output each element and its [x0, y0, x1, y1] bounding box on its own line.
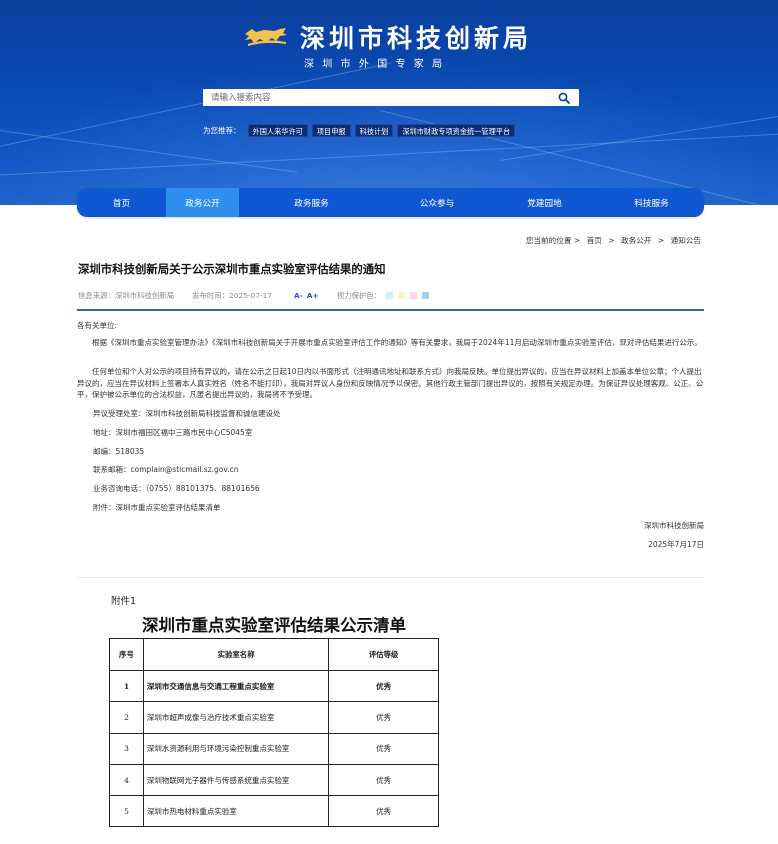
- nav-item-tech-service[interactable]: 科技服务: [599, 188, 704, 217]
- cell-name: 深圳市超声成像与治疗技术重点实验室: [142, 701, 330, 734]
- recommend-tag-project-apply[interactable]: 项目申报: [311, 123, 351, 137]
- eye-color-swatch-pink[interactable]: [410, 291, 418, 299]
- cell-grade: 优秀: [328, 763, 439, 797]
- recommend-tag-finance-platform[interactable]: 深圳市财政专项资金统一管理平台: [397, 123, 516, 137]
- breadcrumb-item-notice[interactable]: 通知公告: [671, 236, 701, 245]
- breadcrumb-item-gov-open[interactable]: 政务公开: [621, 236, 651, 245]
- article-title: 深圳市科技创新局关于公示深圳市重点实验室评估结果的通知: [78, 262, 386, 276]
- article-paragraph-1: 根据《深圳市重点实验室管理办法》《深圳市科技创新局关于开展市重点实验室评估工作的…: [77, 337, 704, 349]
- recommend-label: 为您推荐：: [203, 125, 241, 135]
- cell-no: 1: [109, 669, 144, 703]
- cell-grade: 优秀: [328, 669, 439, 703]
- appendix-table: 序号 实验室名称 评估等级 1 深圳市交通信息与交通工程重点实验室 优秀 2 深…: [109, 638, 439, 828]
- site-title: 深圳市科技创新局: [300, 24, 533, 53]
- attachment-link[interactable]: 附件：深圳市重点实验室评估结果清单: [93, 502, 221, 513]
- table-row: 4 深圳物联网光子器件与传感系统重点实验室 优秀: [109, 763, 439, 797]
- search-input[interactable]: [203, 90, 549, 105]
- contact-email: 联系邮箱：complain@sticmail.sz.gov.cn: [93, 465, 239, 474]
- salutation-text: 各有关单位:: [77, 321, 118, 330]
- site-subtitle: 深圳市外国专家局: [304, 59, 451, 70]
- paragraph-1-text: 根据《深圳市重点实验室管理办法》《深圳市科技创新局关于开展市重点实验室评估工作的…: [92, 338, 702, 347]
- font-decrease-button[interactable]: A-: [294, 291, 303, 300]
- breadcrumb-separator: >: [608, 236, 615, 245]
- recommend-tag-tech-plan[interactable]: 科技计划: [354, 123, 394, 137]
- cell-name: 深圳水资源利用与环境污染控制重点实验室: [142, 732, 330, 765]
- table-header-row: 序号 实验室名称 评估等级: [109, 638, 439, 671]
- cell-no: 4: [109, 763, 144, 797]
- cell-grade: 优秀: [328, 795, 439, 828]
- table-row: 3 深圳水资源利用与环境污染控制重点实验室 优秀: [109, 732, 439, 765]
- article-source: 信息来源：深圳市科技创新局: [78, 290, 175, 300]
- column-header-no: 序号: [109, 638, 144, 671]
- title-divider: [77, 309, 704, 311]
- bull-logo-icon: [245, 28, 287, 46]
- search-icon: [558, 92, 570, 104]
- cell-name: 深圳物联网光子器件与传感系统重点实验室: [142, 763, 330, 797]
- article-date: 2025年7月17日: [648, 540, 704, 549]
- column-header-grade: 评估等级: [328, 638, 439, 671]
- content-divider: [77, 577, 704, 578]
- cell-grade: 优秀: [328, 701, 439, 734]
- breadcrumb: 您当前的位置 > 首页 > 政务公开 > 通知公告: [526, 235, 701, 246]
- site-logo[interactable]: 深圳市科技创新局: [242, 22, 533, 53]
- search-bar: [203, 89, 579, 106]
- article-signer: 深圳市科技创新局: [644, 521, 704, 530]
- main-nav: 首页 政务公开 政务服务 公众参与 党建园地 科技服务: [77, 188, 704, 217]
- nav-item-gov-open[interactable]: 政务公开: [166, 188, 239, 217]
- column-header-name: 实验室名称: [142, 638, 330, 671]
- table-row: 1 深圳市交通信息与交通工程重点实验室 优秀: [109, 669, 439, 703]
- breadcrumb-separator: >: [657, 236, 665, 245]
- article-publish-time: 发布时间：2025-07-17: [192, 290, 272, 300]
- search-button[interactable]: [549, 89, 579, 106]
- article-meta: 信息来源：深圳市科技创新局 发布时间：2025-07-17 A- A+ 视力保护…: [78, 289, 430, 301]
- contact-postcode: 邮编：518035: [93, 447, 145, 456]
- paragraph-2-text: 任何单位和个人对公示的项目持有异议的，请在公示之日起10日内以书面形式（注明通讯…: [77, 367, 704, 399]
- contact-address: 地址：深圳市福田区福中三路市民中心C5045室: [93, 428, 253, 437]
- eye-color-swatch-yellow[interactable]: [398, 291, 406, 299]
- cell-no: 5: [109, 795, 144, 828]
- cell-name: 深圳市交通信息与交通工程重点实验室: [142, 669, 330, 703]
- breadcrumb-prefix: 您当前的位置 >: [525, 236, 581, 245]
- article-paragraph-2: 任何单位和个人对公示的项目持有异议的，请在公示之日起10日内以书面形式（注明通讯…: [77, 366, 704, 401]
- eye-protect-label: 视力保护色：: [336, 290, 382, 300]
- eye-color-swatch-blue[interactable]: [422, 291, 430, 299]
- nav-item-home[interactable]: 首页: [77, 188, 166, 217]
- nav-item-public-participation[interactable]: 公众参与: [384, 188, 490, 217]
- table-row: 5 深圳市热电材料重点实验室 优秀: [109, 795, 439, 828]
- cell-name: 深圳市热电材料重点实验室: [142, 795, 330, 828]
- table-row: 2 深圳市超声成像与治疗技术重点实验室 优秀: [109, 701, 439, 734]
- font-increase-button[interactable]: A+: [307, 291, 319, 300]
- recommend-tag-foreigner-permit[interactable]: 外国人来华许可: [247, 123, 308, 137]
- appendix-label: 附件1: [111, 596, 137, 607]
- nav-item-party-building[interactable]: 党建园地: [490, 188, 599, 217]
- breadcrumb-item-home[interactable]: 首页: [587, 236, 602, 245]
- nav-item-gov-service[interactable]: 政务服务: [239, 188, 384, 217]
- cell-no: 2: [109, 701, 144, 734]
- eye-color-swatch-cyan[interactable]: [386, 291, 394, 299]
- recommend-bar: 为您推荐： 外国人来华许可 项目申报 科技计划 深圳市财政专项资金统一管理平台: [203, 123, 516, 137]
- appendix-title: 深圳市重点实验室评估结果公示清单: [142, 616, 406, 635]
- article-salutation: 各有关单位:: [77, 320, 704, 332]
- contact-phone: 业务咨询电话：（0755）88101375、88101656: [93, 484, 260, 493]
- site-header: 深圳市科技创新局 深圳市外国专家局 为您推荐： 外国人来华许可 项目申报 科技计…: [0, 0, 778, 205]
- cell-grade: 优秀: [328, 732, 439, 765]
- cell-no: 3: [109, 732, 144, 765]
- objection-office: 异议受理处室：深圳市科技创新局科技监督和诚信建设处: [93, 409, 281, 418]
